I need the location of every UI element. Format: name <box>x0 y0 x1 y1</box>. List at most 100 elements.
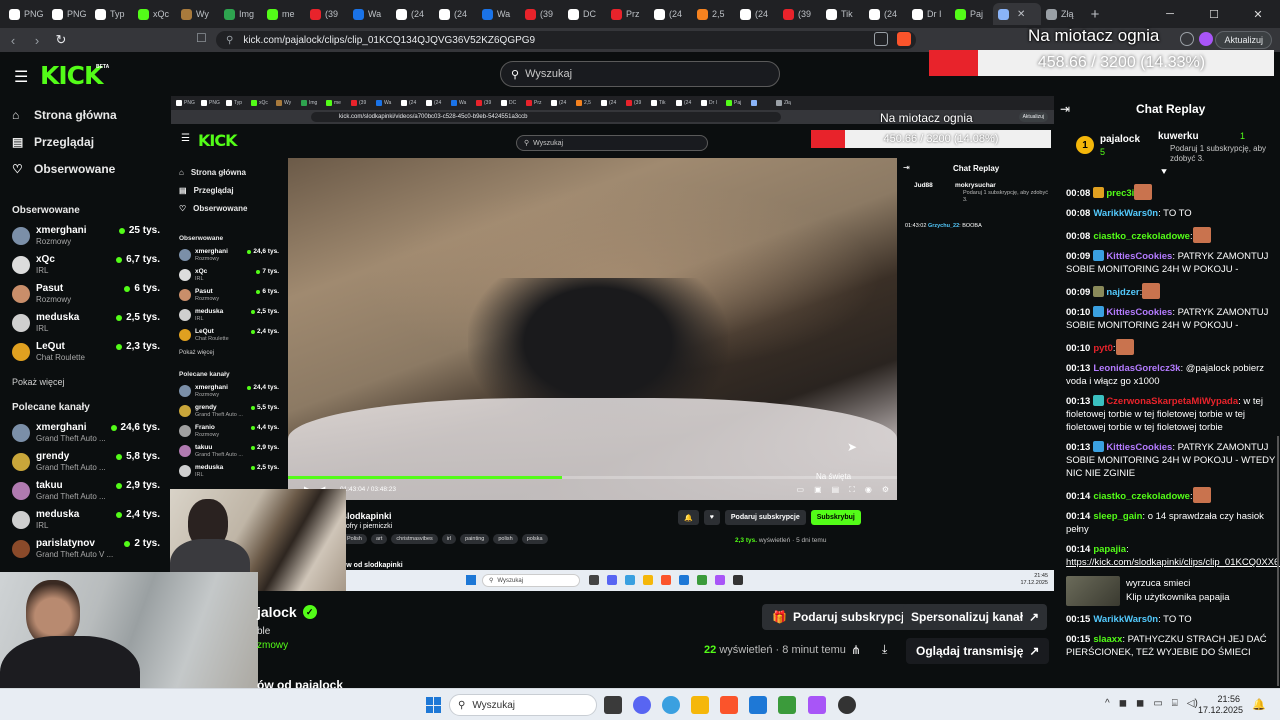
customize-channel-button[interactable]: Spersonalizuj kanał ↗ <box>903 604 1048 630</box>
nvidia-icon[interactable] <box>778 696 796 714</box>
sidebar-channel-row[interactable]: grendy Grand Theft Auto ... 5,5 tys. <box>179 403 279 423</box>
chat-clip-card[interactable]: wyrzuca smieci Klip użytkownika papajia <box>1066 576 1276 606</box>
search-box[interactable]: ⚲ <box>500 61 780 87</box>
download-icon[interactable]: ⤓ <box>882 642 887 657</box>
sidebar-channel-row[interactable]: parislatynov Grand Theft Auto V ... 2 tys. <box>12 537 160 563</box>
minimize-icon[interactable]: ─ <box>1148 0 1192 28</box>
chat-username[interactable]: sleep_gain <box>1093 511 1142 522</box>
browser-tab[interactable]: PNG <box>4 3 47 25</box>
browser-tab[interactable]: (39 <box>520 3 563 25</box>
folder-icon[interactable] <box>691 696 709 714</box>
chevron-down-icon[interactable]: ⯆ <box>1160 167 1168 178</box>
chat-username[interactable]: KittiesCookies <box>1106 442 1172 453</box>
browser-tab[interactable]: (39 <box>778 3 821 25</box>
browser-tab[interactable]: DC <box>563 3 606 25</box>
clip-category[interactable]: zmowy <box>257 640 288 651</box>
sidebar-channel-row[interactable]: Franio Rozmowy 4,4 tys. <box>179 423 279 443</box>
sidebar-channel-row[interactable]: Pasut Rozmowy 6 tys. <box>179 287 279 307</box>
sidebar-channel-row[interactable]: xQc IRL 6,7 tys. <box>12 253 160 279</box>
chat-username[interactable]: ciastko_czekoladowe <box>1093 491 1190 502</box>
bookmark-icon[interactable]: ☐ <box>196 31 207 45</box>
sidebar-channel-row[interactable]: xmerghani Rozmowy 24,4 tys. <box>179 383 279 403</box>
sidebar-channel-row[interactable]: meduska IRL 2,5 tys. <box>179 307 279 327</box>
browser-tab[interactable]: Tik <box>821 3 864 25</box>
chat-username[interactable]: ciastko_czekoladowe <box>1093 231 1190 242</box>
new-tab-button[interactable]: + <box>1084 3 1106 25</box>
copilot-icon[interactable] <box>662 696 680 714</box>
brave-shield-icon[interactable] <box>897 32 911 46</box>
tray-chevron-icon[interactable]: ^ <box>1105 698 1110 709</box>
tray-display-icon[interactable]: ▭ <box>1153 698 1162 709</box>
chat-scrollbar[interactable] <box>1277 436 1279 686</box>
sidebar-channel-row[interactable]: xQc IRL 7 tys. <box>179 267 279 287</box>
back-icon[interactable]: ‹ <box>2 29 24 51</box>
browser-tab[interactable]: (24 <box>649 3 692 25</box>
chat-username[interactable]: KittiesCookies <box>1106 251 1172 262</box>
fullscreen-icon[interactable]: ⛶ <box>849 485 855 495</box>
reload-icon[interactable]: ↻ <box>50 29 72 51</box>
sidebar-channel-row[interactable]: meduska IRL 2,4 tys. <box>12 508 160 534</box>
chat-username[interactable]: CzerwonaSkarpetaMiWypada <box>1106 396 1238 407</box>
tray-app-icon[interactable]: ◼ <box>1136 698 1144 709</box>
menu-icon[interactable]: ☰ <box>14 67 28 87</box>
sidebar-channel-row[interactable]: LeQut Chat Roulette 2,4 tys. <box>179 327 279 347</box>
kick-logo[interactable]: KICK <box>40 61 103 90</box>
tray-app-icon[interactable]: ◼ <box>1119 698 1127 709</box>
sidebar-nav-1[interactable]: ▤ Przeglądaj <box>12 135 94 149</box>
update-button[interactable]: Aktualizuj <box>1215 31 1272 49</box>
show-more-link[interactable]: Pokaż więcej <box>12 377 65 387</box>
browser-tab[interactable]: (39 <box>305 3 348 25</box>
pinned-user[interactable]: pajalock <box>1100 134 1140 145</box>
close-icon[interactable]: ✕ <box>1236 0 1280 28</box>
video-player[interactable]: Na święta ▶ ◀ 01:43:04 / 03:48:23 ▭ ▣ ▤ … <box>288 158 897 500</box>
browser-tab[interactable]: Typ <box>90 3 133 25</box>
clip-icon[interactable]: ▣ <box>814 485 822 495</box>
sidebar-channel-row[interactable]: xmerghani Rozmowy 24,6 tys. <box>179 247 279 267</box>
sidebar-channel-row[interactable]: grendy Grand Theft Auto ... 5,8 tys. <box>12 450 160 476</box>
profile-icon[interactable] <box>1199 32 1213 46</box>
browser-tab[interactable]: (24 <box>864 3 907 25</box>
volume-icon[interactable]: ◁) <box>1187 698 1198 709</box>
chat-username[interactable]: KittiesCookies <box>1106 307 1172 318</box>
browser-tab[interactable]: PNG <box>47 3 90 25</box>
browser-tab[interactable]: Wa <box>477 3 520 25</box>
settings-icon[interactable]: ⚙ <box>882 485 889 495</box>
brave-icon[interactable] <box>720 696 738 714</box>
maximize-icon[interactable]: ☐ <box>1192 0 1236 28</box>
chat-collapse-icon[interactable]: ⇥ <box>1060 102 1070 116</box>
tab-close-icon[interactable]: ✕ <box>1017 9 1025 20</box>
start-icon[interactable] <box>426 697 442 713</box>
chat-username[interactable]: najdzer <box>1106 287 1139 298</box>
share-page-icon[interactable] <box>874 32 888 46</box>
browser-tab[interactable]: (24 <box>735 3 778 25</box>
chat-username[interactable]: pyt0 <box>1093 343 1113 354</box>
search-input[interactable] <box>525 68 746 80</box>
address-bar[interactable]: ⚲ kick.com/pajalock/clips/clip_01KCQ134Q… <box>216 31 916 49</box>
notes-icon[interactable] <box>808 696 826 714</box>
discord-icon[interactable] <box>633 696 651 714</box>
pip-icon[interactable]: ▤ <box>832 485 840 495</box>
site-info-icon[interactable]: ⚲ <box>226 35 233 46</box>
browser-tab[interactable]: (24 <box>434 3 477 25</box>
browser-tab[interactable]: xQc <box>133 3 176 25</box>
extension-icon[interactable] <box>1180 32 1194 46</box>
notification-icon[interactable]: 🔔 <box>1252 698 1266 711</box>
speed-icon[interactable]: ◉ <box>865 485 872 495</box>
chat-username[interactable]: prec3i <box>1106 188 1134 199</box>
browser-tab[interactable]: 2,5 <box>692 3 735 25</box>
sidebar-nav-2[interactable]: ♡ Obserwowane <box>12 162 115 176</box>
forward-icon[interactable]: › <box>26 29 48 51</box>
browser-tab[interactable]: me <box>262 3 305 25</box>
browser-tab[interactable]: ✕ <box>993 3 1041 25</box>
network-icon[interactable]: ⌸ <box>1172 698 1178 709</box>
sidebar-channel-row[interactable]: LeQut Chat Roulette 2,3 tys. <box>12 340 160 366</box>
theater-icon[interactable]: ▭ <box>797 485 805 495</box>
watch-stream-button[interactable]: Oglądaj transmisję ↗ <box>906 638 1050 664</box>
browser-tab[interactable]: Wa <box>348 3 391 25</box>
video-progress-bar[interactable] <box>288 476 897 479</box>
sidebar-channel-row[interactable]: takuu Grand Theft Auto ... 2,9 tys. <box>179 443 279 463</box>
browser-tab[interactable]: Img <box>219 3 262 25</box>
chat-username[interactable]: WarikkWars0n <box>1093 208 1158 219</box>
browser-tab[interactable]: (24 <box>391 3 434 25</box>
taskview-icon[interactable] <box>604 696 622 714</box>
